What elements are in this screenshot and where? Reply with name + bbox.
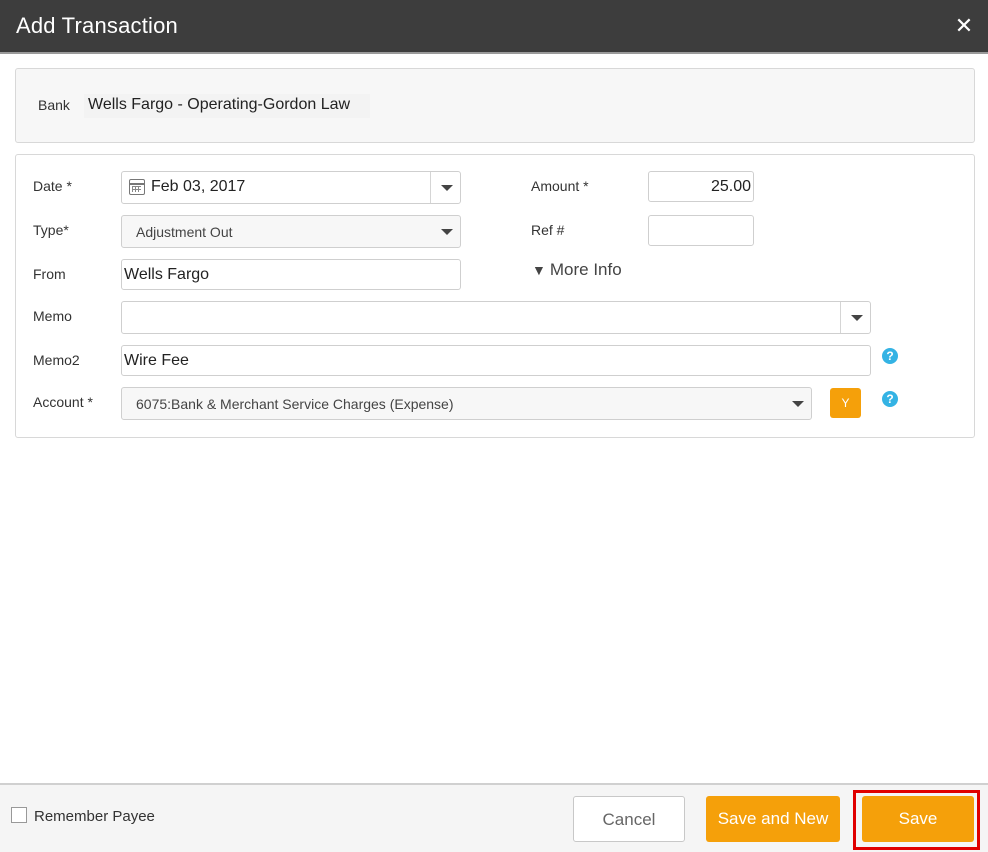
amount-field[interactable]: 25.00 [648,171,754,202]
save-and-new-button[interactable]: Save and New [706,796,840,842]
save-button[interactable]: Save [862,796,974,842]
more-info-toggle[interactable]: ▼ More Info [532,260,622,280]
memo2-field[interactable]: Wire Fee [121,345,871,376]
type-label: Type* [33,222,69,238]
date-divider [430,172,431,203]
bank-value: Wells Fargo - Operating-Gordon Law [84,94,371,118]
triangle-down-icon: ▼ [532,262,546,278]
date-label: Date * [33,178,72,194]
type-value: Adjustment Out [136,224,233,240]
help-icon[interactable]: ? [882,348,898,364]
chevron-down-icon[interactable] [792,401,804,407]
chevron-down-icon[interactable] [851,315,863,321]
chevron-down-icon[interactable] [441,229,453,235]
memo-select[interactable] [121,301,871,334]
ref-field[interactable] [648,215,754,246]
account-label: Account * [33,394,93,410]
memo2-label: Memo2 [33,352,80,368]
account-select[interactable]: 6075:Bank & Merchant Service Charges (Ex… [121,387,812,420]
from-value: Wells Fargo [124,266,210,283]
memo-divider [840,302,841,333]
date-value: Feb 03, 2017 [151,178,246,195]
dialog-title: Add Transaction [16,13,178,38]
cancel-button[interactable]: Cancel [573,796,685,842]
memo-label: Memo [33,308,72,324]
from-field[interactable]: Wells Fargo [121,259,461,290]
remember-payee-label[interactable]: Remember Payee [34,808,155,825]
more-info-label: More Info [549,260,622,279]
account-value: 6075:Bank & Merchant Service Charges (Ex… [136,396,454,412]
close-icon[interactable]: ✕ [952,14,976,38]
date-field[interactable]: Feb 03, 2017 [121,171,461,204]
amount-value: 25.00 [710,178,751,195]
remember-payee-checkbox[interactable] [11,807,27,823]
dialog-titlebar: Add Transaction ✕ [0,0,988,54]
help-icon[interactable]: ? [882,391,898,407]
calendar-icon[interactable] [129,179,145,195]
amount-label: Amount * [531,178,589,194]
chevron-down-icon[interactable] [441,185,453,191]
ref-label: Ref # [531,222,565,238]
account-tag-button[interactable]: Y [830,388,861,418]
memo2-value: Wire Fee [124,352,189,369]
from-label: From [33,266,66,282]
bank-panel: Bank Wells Fargo - Operating-Gordon Law [15,68,975,143]
type-select[interactable]: Adjustment Out [121,215,461,248]
bank-label: Bank [38,97,70,113]
